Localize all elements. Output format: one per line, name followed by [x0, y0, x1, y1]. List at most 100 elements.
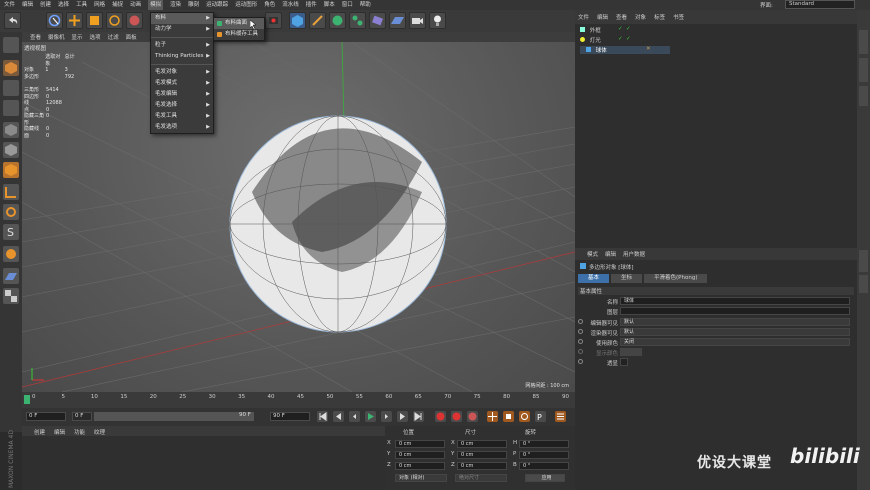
side-tab-content-browser[interactable]: [859, 58, 868, 82]
viewport-menu-panel[interactable]: 面板: [126, 33, 137, 41]
viewport-menu-options[interactable]: 选项: [90, 33, 101, 41]
layout-select[interactable]: Standard: [785, 0, 855, 9]
menu-item-hair-edit[interactable]: 毛发编辑 ▶: [151, 89, 213, 100]
side-tab-structure[interactable]: [859, 86, 868, 106]
rotation-h-field[interactable]: 0 °: [519, 440, 569, 448]
floor-button[interactable]: [389, 12, 406, 29]
end-frame-field[interactable]: 90 F: [270, 412, 310, 421]
side-tab-objects[interactable]: [859, 30, 868, 54]
object-menu-objects[interactable]: 对象: [635, 13, 646, 21]
object-menu-view[interactable]: 查看: [616, 13, 627, 21]
side-tab-layers[interactable]: [859, 275, 868, 293]
play-button[interactable]: [365, 411, 376, 422]
menu-help[interactable]: 帮助: [360, 0, 371, 10]
menu-file[interactable]: 文件: [4, 0, 15, 10]
points-mode-button[interactable]: [3, 122, 19, 138]
object-menu-file[interactable]: 文件: [578, 13, 589, 21]
menu-select[interactable]: 选择: [58, 0, 69, 10]
next-key-button[interactable]: [397, 411, 408, 422]
material-menu-texture[interactable]: 纹理: [94, 428, 105, 436]
auto-key-button[interactable]: [451, 411, 462, 422]
animate-param-icon[interactable]: [578, 319, 583, 324]
snap-button[interactable]: S: [3, 224, 19, 240]
menu-simulate[interactable]: 模拟: [148, 0, 164, 10]
object-menu-tags[interactable]: 标签: [654, 13, 665, 21]
axis-mode-button[interactable]: [3, 184, 19, 200]
make-editable-button[interactable]: [3, 37, 19, 53]
menu-item-hair-select[interactable]: 毛发选择 ▶: [151, 100, 213, 111]
menu-plugins[interactable]: 插件: [306, 0, 317, 10]
menu-sculpt[interactable]: 雕刻: [188, 0, 199, 10]
menu-tools[interactable]: 工具: [76, 0, 87, 10]
menu-window[interactable]: 窗口: [342, 0, 353, 10]
timeline-layout-button[interactable]: [555, 411, 566, 422]
attr-menu-edit[interactable]: 编辑: [605, 250, 616, 258]
menu-motion-tracking[interactable]: 运动跟踪: [206, 0, 228, 10]
playhead-marker[interactable]: [24, 395, 30, 404]
pen-spline-button[interactable]: [309, 12, 326, 29]
xray-checkbox[interactable]: [620, 358, 628, 366]
viewport-menu-view[interactable]: 查看: [30, 33, 41, 41]
undo-button[interactable]: [4, 12, 21, 29]
animate-param-icon[interactable]: [578, 329, 583, 334]
menu-item-particles[interactable]: 粒子 ▶: [151, 40, 213, 51]
animate-param-icon[interactable]: [578, 349, 583, 354]
scale-tool-button[interactable]: [86, 12, 103, 29]
deformer-button[interactable]: [369, 12, 386, 29]
camera-button[interactable]: [409, 12, 426, 29]
frame-range-slider[interactable]: [94, 412, 254, 421]
array-button[interactable]: [349, 12, 366, 29]
go-to-start-button[interactable]: [317, 411, 328, 422]
position-x-field[interactable]: 0 cm: [395, 440, 445, 448]
record-button[interactable]: [435, 411, 446, 422]
menu-edit[interactable]: 编辑: [22, 0, 33, 10]
size-mode-select[interactable]: 绝对尺寸: [455, 474, 507, 482]
cube-object-button[interactable]: [289, 12, 306, 29]
object-menu-edit[interactable]: 编辑: [597, 13, 608, 21]
key-scale-button[interactable]: [503, 411, 514, 422]
locked-workplane-button[interactable]: [3, 246, 19, 262]
material-menu-function[interactable]: 功能: [74, 428, 85, 436]
rotation-p-field[interactable]: 0 °: [519, 451, 569, 459]
object-row-sphere[interactable]: 球体 ✕: [580, 46, 670, 54]
animate-param-icon[interactable]: [578, 339, 583, 344]
menu-pipeline[interactable]: 流水线: [282, 0, 299, 10]
viewport-menu-camera[interactable]: 摄像机: [48, 33, 65, 41]
viewport-3d[interactable]: 透视视图 选取对象 总计 对象 1 3 多边形 792 三角形 5414 四边形 0…: [22, 42, 575, 392]
coord-mode-select[interactable]: 对象 (相对): [395, 474, 447, 482]
animate-param-icon[interactable]: [578, 359, 583, 364]
object-row-frame[interactable]: 外框 ✓ ✓: [580, 26, 670, 34]
grid-workplane-button[interactable]: [3, 268, 19, 284]
use-color-select[interactable]: 关闭: [620, 338, 850, 346]
start-frame-field[interactable]: 0 F: [72, 412, 92, 421]
editor-visible-select[interactable]: 默认: [620, 318, 850, 326]
menu-script[interactable]: 脚本: [324, 0, 335, 10]
tab-basic[interactable]: 基本: [578, 274, 610, 283]
material-menu-create[interactable]: 创建: [34, 428, 45, 436]
menu-mesh[interactable]: 网格: [94, 0, 105, 10]
key-position-button[interactable]: [487, 411, 498, 422]
menu-mograph[interactable]: 运动图形: [235, 0, 257, 10]
name-field[interactable]: 球体: [620, 297, 850, 305]
display-color-swatch[interactable]: [620, 348, 642, 356]
menu-item-hair-options[interactable]: 毛发选项 ▶: [151, 122, 213, 133]
checker-button[interactable]: [3, 288, 19, 304]
next-frame-button[interactable]: [381, 411, 392, 422]
move-tool-button[interactable]: [66, 12, 83, 29]
keyframe-selection-button[interactable]: [467, 411, 478, 422]
subdivision-button[interactable]: [329, 12, 346, 29]
menu-item-thinking-particles[interactable]: Thinking Particles ▶: [151, 51, 213, 62]
go-to-end-button[interactable]: [413, 411, 424, 422]
layer-field[interactable]: [620, 307, 850, 315]
rotate-tool-button[interactable]: [106, 12, 123, 29]
size-y-field[interactable]: 0 cm: [457, 451, 507, 459]
menu-render[interactable]: 渲染: [170, 0, 181, 10]
key-parameter-button[interactable]: P: [535, 411, 546, 422]
viewport-menu-filter[interactable]: 过滤: [108, 33, 119, 41]
menu-item-hair-objects[interactable]: 毛发对象 ▶: [151, 67, 213, 78]
model-mode-button[interactable]: [3, 60, 19, 76]
position-y-field[interactable]: 0 cm: [395, 451, 445, 459]
object-row-light[interactable]: 灯光 ✓ ✓: [580, 36, 670, 44]
tweak-mode-button[interactable]: [3, 204, 19, 220]
menu-snap[interactable]: 捕捉: [112, 0, 123, 10]
